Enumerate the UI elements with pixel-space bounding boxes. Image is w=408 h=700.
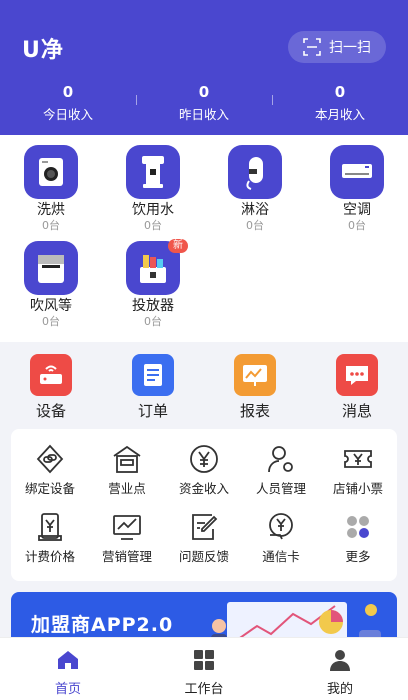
scan-label: 扫一扫	[329, 40, 371, 56]
quick-label: 报表	[239, 402, 270, 420]
tool-label: 人员管理	[255, 481, 306, 496]
stat-today[interactable]: 0 今日收入	[0, 84, 136, 123]
yen-coin-icon	[188, 443, 220, 475]
sim-card-icon	[265, 511, 297, 543]
home-icon	[58, 651, 78, 669]
link-icon	[34, 443, 66, 475]
order-icon	[132, 354, 174, 396]
app-root: U净 扫一扫 0 今日收入 0 昨日收入 0 本月收入 洗烘 0台 饮用水 0台…	[0, 0, 408, 700]
router-icon	[30, 354, 72, 396]
tool-label: 更多	[345, 549, 371, 564]
tool-store[interactable]: 营业点	[88, 443, 166, 497]
quick-orders[interactable]: 订单	[102, 342, 204, 427]
quick-actions: 设备 订单 报表 消息	[0, 342, 408, 427]
feedback-icon	[188, 511, 220, 543]
stat-yesterday[interactable]: 0 昨日收入	[136, 84, 272, 123]
stat-value: 0	[62, 83, 74, 101]
stat-label: 本月收入	[314, 107, 365, 122]
tool-grid: 绑定设备 营业点 资金收入 人员管理 店铺小票 计费价格 营销管理 问题反馈 通…	[11, 429, 397, 581]
device-water[interactable]: 饮用水 0台	[118, 145, 188, 232]
tab-label: 我的	[326, 682, 353, 697]
app-logo: U净	[22, 38, 64, 63]
device-count: 0台	[42, 315, 60, 328]
stat-value: 0	[334, 83, 346, 101]
price-tag-icon	[34, 511, 66, 543]
banner-title: 加盟商APP2.0	[31, 614, 174, 636]
profile-icon	[330, 650, 350, 671]
income-stats: 0 今日收入 0 昨日收入 0 本月收入	[0, 84, 408, 123]
quick-reports[interactable]: 报表	[204, 342, 306, 427]
device-washer[interactable]: 洗烘 0台	[16, 145, 86, 232]
store-icon	[111, 443, 143, 475]
tool-label: 资金收入	[178, 481, 229, 496]
header: U净 扫一扫 0 今日收入 0 昨日收入 0 本月收入	[0, 0, 408, 135]
device-count: 0台	[348, 219, 366, 232]
device-name: 饮用水	[132, 202, 174, 218]
device-categories: 洗烘 0台 饮用水 0台 淋浴 0台 空调 0台 吹风等 0台 新 投放器 0台	[0, 135, 408, 342]
tab-home[interactable]: 首页	[0, 638, 136, 700]
user-settings-icon	[265, 443, 297, 475]
device-dispenser[interactable]: 新 投放器 0台	[118, 239, 188, 328]
tool-staff[interactable]: 人员管理	[242, 443, 320, 497]
tool-label: 通信卡	[262, 549, 300, 564]
more-grid-icon	[342, 511, 374, 543]
message-icon	[336, 354, 378, 396]
tab-workbench[interactable]: 工作台	[136, 638, 272, 700]
tool-pricing[interactable]: 计费价格	[11, 511, 89, 565]
device-name: 空调	[343, 202, 371, 218]
device-count: 0台	[42, 219, 60, 232]
stat-label: 今日收入	[42, 107, 93, 122]
water-dispenser-icon	[126, 145, 180, 199]
water-heater-icon	[228, 145, 282, 199]
quick-label: 消息	[341, 402, 372, 420]
workbench-icon	[194, 650, 214, 670]
tool-label: 营销管理	[101, 549, 152, 564]
stat-value: 0	[198, 83, 210, 101]
device-count: 0台	[246, 219, 264, 232]
air-conditioner-icon	[330, 145, 384, 199]
tool-income[interactable]: 资金收入	[165, 443, 243, 497]
dispenser-icon: 新	[126, 239, 188, 295]
quick-devices[interactable]: 设备	[0, 342, 102, 427]
tool-marketing[interactable]: 营销管理	[88, 511, 166, 565]
bottom-tab-bar: 首页 工作台 我的	[0, 637, 408, 700]
quick-label: 设备	[35, 402, 66, 420]
quick-label: 订单	[137, 402, 168, 420]
device-dryer[interactable]: 吹风等 0台	[16, 241, 86, 328]
tool-label: 营业点	[108, 481, 146, 496]
scan-icon	[303, 38, 321, 56]
tool-label: 计费价格	[24, 549, 75, 564]
tool-bind-device[interactable]: 绑定设备	[11, 443, 89, 497]
ticket-icon	[342, 443, 374, 475]
tool-sim-card[interactable]: 通信卡	[242, 511, 320, 565]
tool-label: 问题反馈	[178, 549, 229, 564]
stat-label: 昨日收入	[178, 107, 229, 122]
report-icon	[234, 354, 276, 396]
washing-machine-icon	[24, 145, 78, 199]
tool-label: 绑定设备	[24, 481, 75, 496]
tool-receipt[interactable]: 店铺小票	[319, 443, 397, 497]
stat-month[interactable]: 0 本月收入	[272, 84, 408, 123]
tab-label: 工作台	[184, 682, 224, 697]
scan-button[interactable]: 扫一扫	[288, 31, 386, 63]
hair-dryer-icon	[24, 241, 78, 295]
device-name: 洗烘	[37, 202, 65, 218]
device-shower[interactable]: 淋浴 0台	[220, 145, 290, 232]
device-ac[interactable]: 空调 0台	[322, 145, 392, 232]
tab-label: 首页	[54, 682, 81, 697]
device-count: 0台	[144, 219, 162, 232]
quick-messages[interactable]: 消息	[306, 342, 408, 427]
device-name: 淋浴	[241, 202, 269, 218]
new-badge: 新	[168, 239, 188, 253]
tool-more[interactable]: 更多	[319, 511, 397, 565]
device-name: 吹风等	[30, 298, 72, 314]
device-count: 0台	[144, 315, 162, 328]
chart-monitor-icon	[111, 511, 143, 543]
tab-profile[interactable]: 我的	[272, 638, 408, 700]
device-name: 投放器	[132, 298, 174, 314]
tool-label: 店铺小票	[332, 481, 383, 496]
tool-feedback[interactable]: 问题反馈	[165, 511, 243, 565]
